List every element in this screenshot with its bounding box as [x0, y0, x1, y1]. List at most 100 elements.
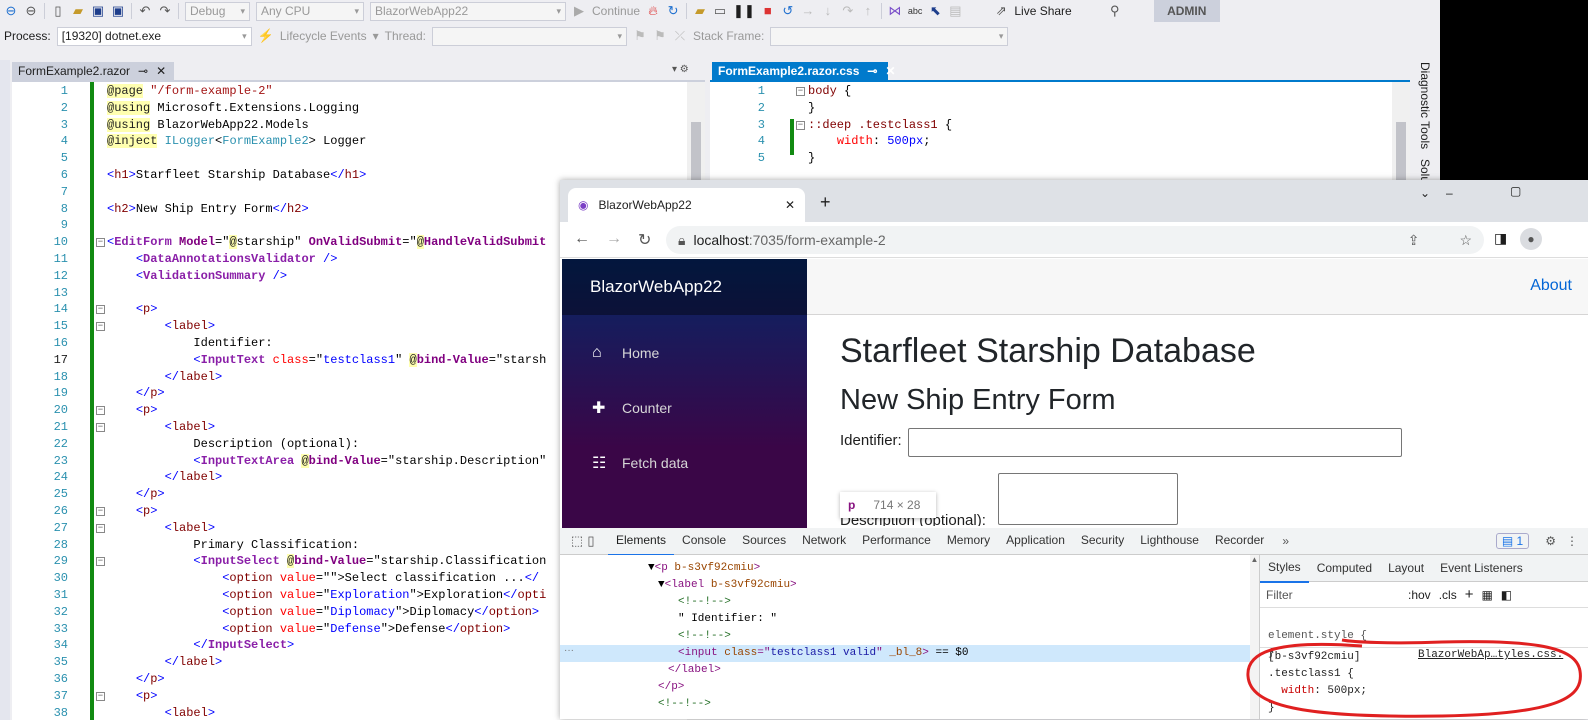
fold-toggle-icon[interactable]: −: [796, 120, 805, 130]
pin-icon[interactable]: ⊸: [867, 62, 877, 80]
new-tab-icon[interactable]: +: [820, 192, 831, 213]
continue-button[interactable]: Continue: [592, 4, 640, 18]
close-tab-icon[interactable]: ✕: [785, 198, 795, 212]
open-folder-icon[interactable]: ▰: [71, 2, 85, 20]
cls-toggle[interactable]: .cls: [1439, 588, 1457, 602]
inspect-element-icon[interactable]: ⬚: [570, 532, 584, 550]
nav-item-home[interactable]: ⌂ Home: [562, 325, 807, 380]
code-line[interactable]: <InputSelect @bind-Value="starship.Class…: [107, 553, 546, 570]
live-share-icon[interactable]: ⇗: [994, 2, 1008, 20]
code-line[interactable]: width: 500px;: [808, 133, 931, 150]
code-line[interactable]: </label>: [107, 469, 223, 486]
elements-panel[interactable]: ··· ▼<p b-s3vf92cmiu> ▼<label b-s3vf92cmi…: [560, 555, 1250, 719]
code-line[interactable]: }: [808, 100, 815, 117]
new-rule-icon[interactable]: +: [1465, 586, 1474, 603]
tab-search-icon[interactable]: ⌄: [1420, 186, 1430, 200]
restart-icon[interactable]: ↺: [781, 2, 795, 20]
find-in-files-icon[interactable]: ▰: [693, 2, 707, 20]
styles-tab-layout[interactable]: Layout: [1380, 555, 1432, 582]
styles-filter-input[interactable]: Filter: [1260, 588, 1400, 602]
vertical-scrollbar[interactable]: [1392, 82, 1410, 180]
browser-tab[interactable]: ◉ BlazorWebApp22 ✕: [568, 188, 805, 222]
description-textarea[interactable]: [998, 473, 1178, 525]
code-line[interactable]: </label>: [107, 654, 223, 671]
nav-item-counter[interactable]: ✚ Counter: [562, 380, 807, 435]
show-next-statement-icon[interactable]: →: [801, 2, 815, 20]
code-line[interactable]: <label>: [107, 705, 215, 720]
tab-form-example2-razor-css[interactable]: FormExample2.razor.css ⊸ ✕: [712, 62, 896, 80]
pause-icon[interactable]: ❚❚: [733, 2, 755, 20]
fold-toggle-icon[interactable]: −: [96, 507, 105, 516]
step-over-icon[interactable]: ↷: [841, 2, 855, 20]
code-line[interactable]: <p>: [107, 402, 158, 419]
code-line[interactable]: <option value="">Select classification .…: [107, 570, 539, 587]
refresh-icon[interactable]: ↻: [666, 2, 680, 20]
lifecycle-events-dropdown[interactable]: Lifecycle Events: [280, 29, 367, 43]
code-line[interactable]: Description (optional):: [107, 436, 359, 453]
code-line[interactable]: </p>: [107, 486, 165, 503]
redo-icon[interactable]: ↷: [158, 2, 172, 20]
hot-reload-icon[interactable]: 🔥︎: [646, 2, 660, 20]
tab-overflow-icon[interactable]: ▾ ⚙: [672, 64, 689, 75]
devtools-tab-lighthouse[interactable]: Lighthouse: [1132, 527, 1207, 556]
thread-dropdown[interactable]: [431, 26, 627, 46]
address-bar[interactable]: 🔒︎ localhost:7035/form-example-2 ⇪ ☆: [666, 226, 1484, 254]
code-line[interactable]: <DataAnnotationsValidator />: [107, 251, 338, 268]
dom-node[interactable]: </label>: [668, 662, 721, 679]
code-line[interactable]: <InputTextArea @bind-Value="starship.Des…: [107, 453, 546, 470]
close-icon[interactable]: ✕: [885, 62, 895, 80]
code-line[interactable]: <option value="Defense">Defense</option>: [107, 621, 510, 638]
select-icon[interactable]: ⬉: [928, 2, 942, 20]
code-line[interactable]: <p>: [107, 688, 158, 705]
devtools-tab-performance[interactable]: Performance: [854, 527, 939, 556]
back-icon[interactable]: ←: [574, 230, 590, 248]
back-icon[interactable]: ⊖: [4, 2, 18, 20]
code-line[interactable]: <h1>Starfleet Starship Database</h1>: [107, 167, 366, 184]
fold-toggle-icon[interactable]: −: [96, 523, 105, 533]
styles-tab-computed[interactable]: Computed: [1309, 555, 1380, 582]
step-out-icon[interactable]: ↑: [861, 2, 875, 20]
dom-node[interactable]: <!--!-->: [658, 696, 711, 713]
pin-icon[interactable]: ⊸: [138, 62, 148, 80]
code-line[interactable]: <label>: [107, 318, 215, 335]
code-line[interactable]: <label>: [107, 419, 215, 436]
window-icon[interactable]: ▭: [713, 2, 727, 20]
dom-node[interactable]: <!--!-->: [678, 594, 731, 611]
more-options-icon[interactable]: ⋮: [1566, 534, 1578, 548]
bookmark-star-icon[interactable]: ☆: [1459, 232, 1472, 249]
spell-check-icon[interactable]: abc: [908, 2, 923, 20]
styles-tab-event-listeners[interactable]: Event Listeners: [1432, 555, 1531, 582]
fold-toggle-icon[interactable]: −: [96, 691, 105, 701]
code-line[interactable]: @inject ILogger<FormExample2> Logger: [107, 133, 366, 150]
flag-threads-icon[interactable]: ⚑: [653, 27, 667, 45]
dom-node[interactable]: ▼<p b-s3vf92cmiu>: [648, 560, 760, 577]
dom-node[interactable]: ▼<label b-s3vf92cmiu>: [658, 577, 797, 594]
user-badge[interactable]: ADMIN: [1153, 0, 1220, 22]
fold-toggle-icon[interactable]: −: [96, 557, 105, 567]
dom-node[interactable]: <!--!-->: [678, 628, 731, 645]
about-link[interactable]: About: [1530, 277, 1572, 295]
brand[interactable]: BlazorWebApp22: [562, 259, 807, 315]
configuration-dropdown[interactable]: Debug: [185, 1, 250, 21]
undo-icon[interactable]: ↶: [138, 2, 152, 20]
code-line[interactable]: @using Microsoft.Extensions.Logging: [107, 100, 359, 117]
minimize-icon[interactable]: –: [1446, 186, 1453, 200]
diagnostic-tools-tab[interactable]: Diagnostic Tools: [1418, 62, 1432, 149]
save-all-icon[interactable]: ▣: [111, 2, 125, 20]
devtools-tab-application[interactable]: Application: [998, 527, 1073, 556]
node-actions-icon[interactable]: ···: [564, 645, 574, 656]
flag-icon[interactable]: ⚑: [633, 27, 647, 45]
new-item-icon[interactable]: ▯: [51, 2, 65, 20]
code-line[interactable]: </p>: [107, 671, 165, 688]
step-into-icon[interactable]: ↓: [821, 2, 835, 20]
code-line[interactable]: <p>: [107, 503, 158, 520]
code-line[interactable]: </InputSelect>: [107, 637, 294, 654]
code-line[interactable]: </p>: [107, 385, 165, 402]
nav-item-fetch-data[interactable]: ☷ Fetch data: [562, 435, 807, 490]
devtools-tab-security[interactable]: Security: [1073, 527, 1132, 556]
stop-icon[interactable]: ■: [761, 2, 775, 20]
code-line[interactable]: <option value="Exploration">Exploration<…: [107, 587, 546, 604]
feedback-icon[interactable]: ⚲: [1108, 2, 1122, 20]
dom-node[interactable]: </p>: [658, 679, 684, 696]
startup-project-dropdown[interactable]: BlazorWebApp22: [370, 1, 566, 21]
